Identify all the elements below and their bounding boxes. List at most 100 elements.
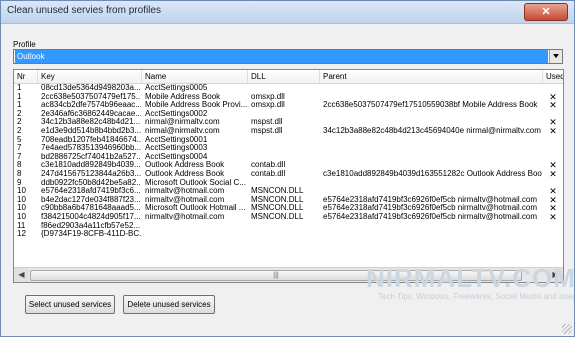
table-row[interactable]: 10 c90bb8a6b4781648aaad5... Microsoft Outl… [14, 204, 563, 213]
table-row[interactable]: 2 34c12b3a88e82c48b4d21... nirmal@nirmaltv… [14, 118, 563, 127]
cell-nr: 5 [17, 135, 22, 144]
dropdown-button[interactable] [549, 50, 562, 63]
table-row[interactable]: 9 ddb0922fc50b8d42be5a82... Microsoft Outl… [14, 179, 563, 188]
used-mark-icon [543, 136, 563, 145]
table-row[interactable]: 8 247d415675123844a26b3... Outlook Address… [14, 170, 563, 179]
cell-name: nirmaltv@hotmail.com [145, 187, 225, 196]
cell-key: b4e2dac127de034f887f23... [41, 195, 141, 204]
select-unused-services-button[interactable]: Select unused services [25, 295, 115, 314]
scroll-left-icon[interactable]: ◀ [14, 268, 29, 282]
cell-key: 34c12b3a88e82c48b4d21... [41, 118, 141, 127]
cell-name: Mobile Address Book Provi... [145, 101, 247, 110]
cell-name: AcctSettings0004 [145, 152, 208, 161]
services-list[interactable]: Nr Key Name DLL Parent Used 1 08cd13de536… [13, 69, 564, 283]
cell-name: AcctSettings0003 [145, 144, 208, 153]
table-row[interactable]: 5 708eadb1207feb41846674... AcctSettings00… [14, 136, 563, 145]
table-row[interactable]: 8 c3e1810add892849b4039... Outlook Address… [14, 161, 563, 170]
used-mark-icon [543, 84, 563, 93]
column-header-parent[interactable]: Parent [320, 70, 543, 83]
table-row[interactable]: 10 e5764e2318afd7419bf3c6... nirmaltv@hotm… [14, 187, 563, 196]
cell-parent: e5764e2318afd7419bf3c6926f0ef5cb nirmalt… [323, 195, 538, 204]
used-mark-icon [543, 222, 563, 231]
cell-key: 2e346af6c36862449cacae... [41, 109, 141, 118]
cell-nr: 1 [17, 84, 22, 92]
cell-name: nirmaltv@hotmail.com [145, 195, 225, 204]
cell-parent [320, 153, 542, 162]
cell-name: Microsoft Outlook Social C... [145, 178, 246, 187]
cell-key: 08cd13de5364d9498203a... [41, 84, 141, 92]
profile-selected-value: Outlook [15, 50, 548, 63]
used-mark-icon: ✕ [549, 213, 557, 222]
table-row[interactable]: 11 f86ed2903a4a11cfb57e52... [14, 222, 563, 231]
cell-dll: omsxp.dll [251, 101, 285, 110]
cell-nr: 2 [17, 109, 22, 118]
cell-key: c90bb8a6b4781648aaad5... [41, 204, 141, 213]
cell-nr: 7 [17, 144, 22, 153]
cell-nr: 1 [17, 101, 22, 110]
cell-dll [248, 179, 319, 188]
table-row[interactable]: 2 2e346af6c36862449cacae... AcctSettings00… [14, 110, 563, 119]
close-button[interactable]: ✕ [524, 3, 568, 21]
table-row[interactable]: 2 e1d3e9dd514b8b4bbd2b3... nirmal@nirmaltv… [14, 127, 563, 136]
column-header-nr[interactable]: Nr [14, 70, 38, 83]
table-row[interactable]: 12 {D9734F19-8CFB-411D-BC... [14, 230, 563, 239]
cell-dll [248, 136, 319, 145]
column-header-name[interactable]: Name [142, 70, 248, 83]
column-header-dll[interactable]: DLL [248, 70, 320, 83]
column-header-key[interactable]: Key [38, 70, 142, 83]
used-mark-icon: ✕ [549, 204, 557, 213]
cell-parent [320, 93, 542, 102]
cell-key: 2cc638e5037507479ef175... [41, 92, 141, 101]
cell-nr: 10 [17, 204, 26, 213]
cell-nr: 9 [17, 178, 22, 187]
used-mark-icon: ✕ [549, 127, 557, 136]
cell-key: c3e1810add892849b4039... [41, 161, 141, 170]
cell-parent: 2cc638e5037507479ef17510559038bf Mobile … [323, 101, 538, 110]
table-row[interactable]: 1 ac834cb2dfe7574b96eaac... Mobile Address… [14, 101, 563, 110]
cell-dll: MSNCON.DLL [251, 213, 304, 221]
cell-nr: 12 [17, 230, 26, 239]
clean-services-window: Clean unused servies from profiles ✕ Pro… [0, 0, 575, 337]
cell-nr: 2 [17, 118, 22, 127]
table-row[interactable]: 7 bd2886725cf74041b2a527... AcctSettings00… [14, 153, 563, 162]
cell-parent [320, 136, 542, 145]
cell-key: ddb0922fc50b8d42be5a82... [41, 178, 141, 187]
cell-name: nirmal@nirmaltv.com [145, 127, 220, 135]
title-bar: Clean unused servies from profiles ✕ [1, 1, 574, 24]
cell-nr: 2 [17, 127, 22, 135]
cell-key: bd2886725cf74041b2a527... [41, 152, 141, 161]
cell-key: {D9734F19-8CFB-411D-BC... [41, 230, 141, 239]
cell-key: e1d3e9dd514b8b4bbd2b3... [41, 127, 141, 135]
cell-parent [320, 84, 542, 93]
cell-name: AcctSettings0002 [145, 109, 208, 118]
cell-nr: 11 [17, 221, 26, 230]
cell-dll [248, 222, 319, 231]
cell-dll: MSNCON.DLL [251, 187, 304, 196]
cell-name: Outlook Address Book [145, 161, 225, 170]
window-title: Clean unused servies from profiles [7, 5, 161, 16]
cell-dll [248, 230, 319, 239]
cell-dll: contab.dll [251, 170, 286, 178]
cell-dll [248, 144, 319, 153]
profile-label: Profile [13, 40, 36, 49]
used-mark-icon: ✕ [549, 170, 557, 179]
table-row[interactable]: 10 f384215004c4824d905f17... nirmaltv@hotm… [14, 213, 563, 222]
profile-dropdown[interactable]: Outlook [13, 49, 563, 64]
cell-key: e5764e2318afd7419bf3c6... [41, 187, 141, 196]
cell-dll: MSNCON.DLL [251, 204, 304, 213]
used-mark-icon: ✕ [549, 118, 557, 127]
table-row[interactable]: 10 b4e2dac127de034f887f23... nirmaltv@hotm… [14, 196, 563, 205]
cell-parent: 34c12b3a88e82c48b4d213c45694040e nirmal@… [323, 127, 541, 135]
cell-parent: e5764e2318afd7419bf3c6926f0ef5cb nirmalt… [323, 204, 538, 213]
table-row[interactable]: 7 7e4aed5783513946960bb... AcctSettings000… [14, 144, 563, 153]
column-header-used[interactable]: Used [543, 70, 563, 83]
used-mark-icon: ✕ [549, 187, 557, 196]
cell-dll: contab.dll [251, 161, 286, 170]
cell-nr: 10 [17, 195, 26, 204]
table-row[interactable]: 1 2cc638e5037507479ef175... Mobile Address… [14, 93, 563, 102]
chevron-down-icon [553, 54, 559, 58]
delete-unused-services-button[interactable]: Delete unused services [123, 295, 215, 314]
resize-grip-icon[interactable] [562, 324, 572, 334]
cell-dll [248, 84, 319, 93]
table-row[interactable]: 1 08cd13de5364d9498203a... AcctSettings000… [14, 84, 563, 93]
